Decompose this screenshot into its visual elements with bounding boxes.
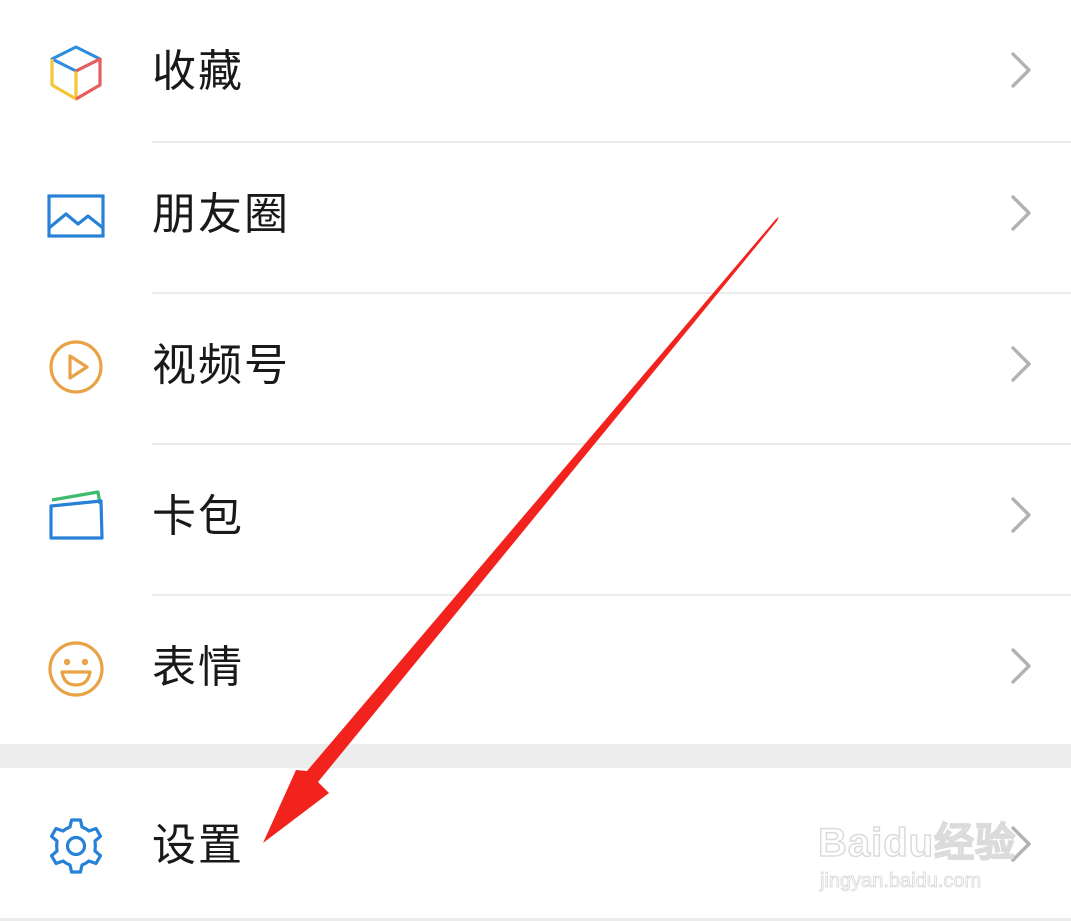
moments-image-icon bbox=[44, 184, 108, 248]
menu-item-label: 收藏 bbox=[152, 46, 244, 97]
menu-item-label: 朋友圈 bbox=[152, 189, 290, 240]
chevron-right-icon bbox=[1006, 646, 1034, 686]
menu-item-favorites[interactable]: 收藏 bbox=[0, 0, 1071, 150]
menu-item-label: 设置 bbox=[152, 820, 244, 871]
section-separator bbox=[0, 744, 1071, 768]
sticker-smiley-icon bbox=[44, 637, 108, 701]
favorites-cube-icon bbox=[44, 41, 108, 105]
baidu-watermark: Baidu经验 jingyan.baidu.com bbox=[817, 810, 1018, 900]
menu-item-label: 卡包 bbox=[152, 491, 244, 542]
menu-item-card-wallet[interactable]: 卡包 bbox=[0, 445, 1071, 595]
chevron-right-icon bbox=[1006, 344, 1034, 384]
menu-item-moments[interactable]: 朋友圈 bbox=[0, 143, 1071, 293]
chevron-right-icon bbox=[1006, 193, 1034, 233]
chevron-right-icon bbox=[1006, 495, 1034, 535]
menu-item-label: 视频号 bbox=[152, 340, 290, 391]
me-page: 收藏 朋友圈 视频号 卡包 表情 设置 Baidu经验 jingyan.baid… bbox=[0, 0, 1071, 921]
card-wallet-icon bbox=[44, 486, 108, 550]
gear-icon bbox=[44, 814, 108, 878]
channels-play-icon bbox=[44, 335, 108, 399]
chevron-right-icon bbox=[1006, 50, 1034, 90]
watermark-url: jingyan.baidu.com bbox=[820, 870, 982, 893]
menu-item-stickers[interactable]: 表情 bbox=[0, 596, 1071, 746]
menu-item-label: 表情 bbox=[152, 642, 244, 693]
watermark-logo: Baidu经验 bbox=[817, 820, 1017, 866]
menu-item-channels[interactable]: 视频号 bbox=[0, 294, 1071, 444]
